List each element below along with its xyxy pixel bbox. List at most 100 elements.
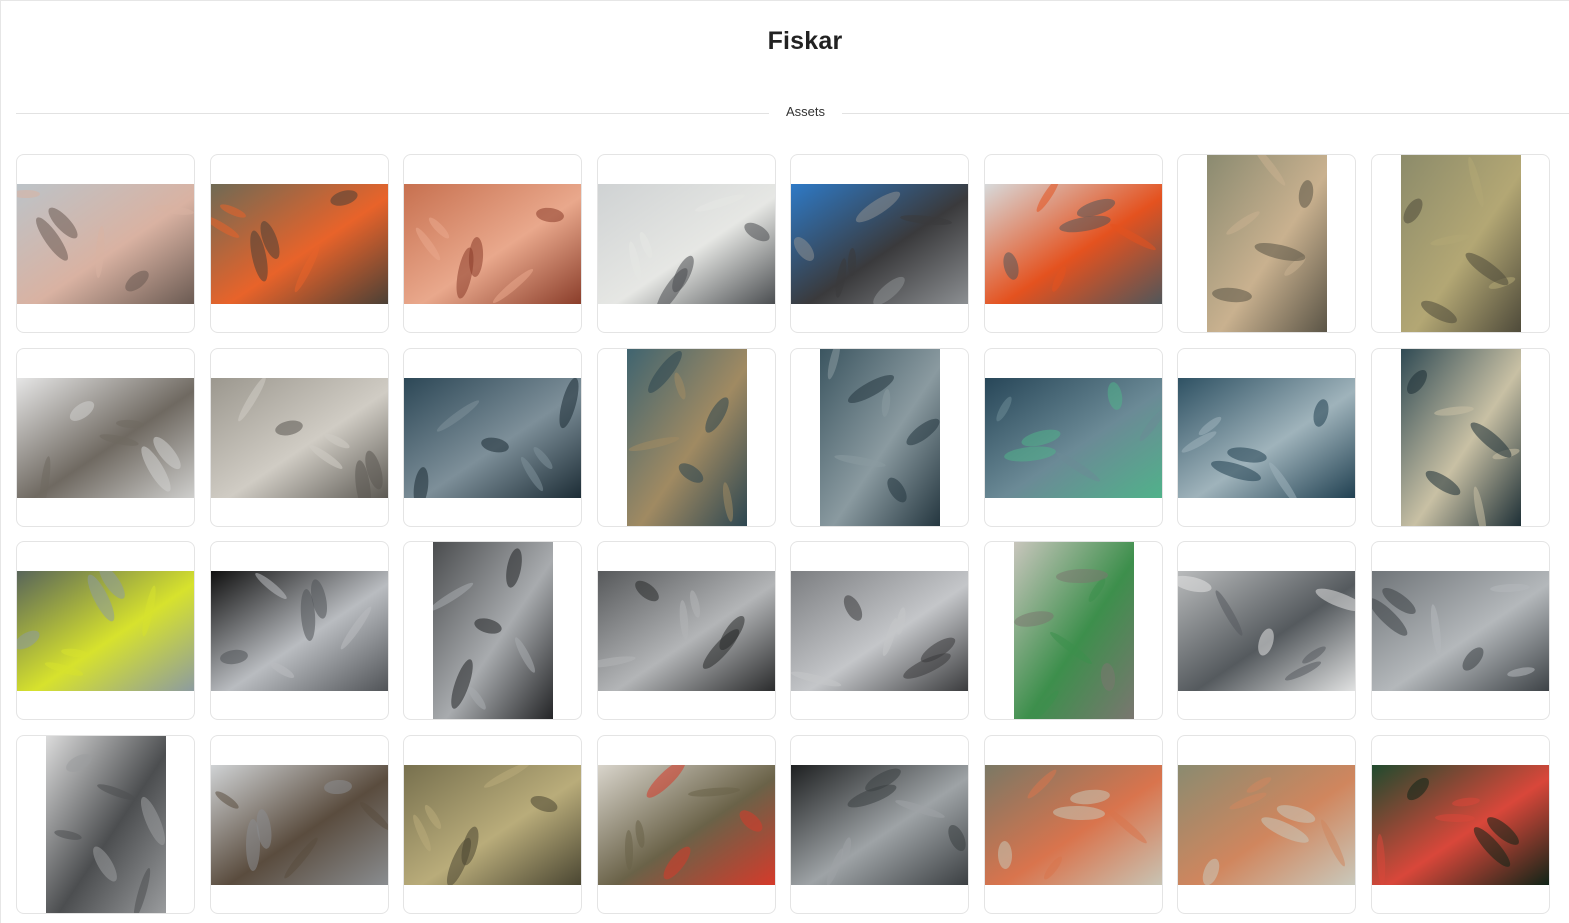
asset-hanging-capelin-portrait	[46, 735, 166, 913]
asset-thumbnail	[210, 184, 388, 304]
asset-card[interactable]	[1177, 734, 1356, 914]
asset-five-fish-in-row	[17, 377, 194, 498]
asset-card[interactable]	[790, 347, 969, 527]
asset-thumbnail	[210, 377, 388, 498]
asset-thumbnail	[210, 571, 388, 691]
asset-card[interactable]	[403, 154, 582, 333]
section-label: Assets	[785, 104, 825, 119]
asset-thumbnail	[404, 764, 581, 885]
asset-card[interactable]	[983, 154, 1163, 333]
asset-sorting-table-fish	[597, 184, 775, 304]
asset-fish-in-net-portrait	[1400, 348, 1521, 526]
asset-cod-on-conveyor	[1207, 155, 1327, 332]
asset-cod-chute	[1400, 155, 1521, 332]
asset-capelin-in-frame	[210, 764, 388, 885]
asset-thumbnail	[404, 377, 581, 498]
asset-mixed-catch	[1178, 764, 1355, 885]
asset-card[interactable]	[983, 734, 1163, 914]
asset-net-hauling-waves	[1178, 377, 1355, 498]
asset-fish-dark-deck	[791, 764, 968, 885]
asset-card[interactable]	[983, 541, 1163, 720]
asset-thumbnail	[791, 571, 968, 691]
asset-card[interactable]	[403, 541, 582, 720]
asset-card[interactable]	[790, 541, 969, 720]
asset-pile-of-redfish	[404, 184, 581, 304]
asset-thumbnail	[210, 764, 388, 885]
asset-card[interactable]	[1370, 347, 1550, 527]
asset-card[interactable]	[1370, 541, 1550, 720]
asset-card[interactable]	[16, 347, 195, 527]
asset-thumbnail	[984, 377, 1162, 498]
asset-fishing-net-on-deck	[210, 184, 388, 304]
asset-card[interactable]	[403, 347, 582, 527]
asset-card[interactable]	[1370, 734, 1550, 914]
asset-fish-in-bin	[210, 377, 388, 498]
divider-line-left	[16, 113, 769, 114]
asset-card[interactable]	[596, 154, 776, 333]
page-title: Fiskar	[767, 27, 843, 55]
asset-thumbnail	[433, 542, 553, 719]
asset-capelin-pile-portrait	[433, 542, 553, 719]
asset-card[interactable]	[1177, 347, 1356, 527]
asset-thumbnail	[626, 348, 747, 526]
asset-thumbnail	[597, 764, 775, 885]
asset-worker-orange-suit	[984, 184, 1162, 304]
asset-thumbnail	[17, 571, 194, 691]
asset-redfish-on-net	[1371, 764, 1549, 885]
asset-card[interactable]	[790, 734, 969, 914]
asset-thumbnail	[404, 184, 581, 304]
asset-cod-and-redfish	[984, 764, 1162, 885]
section-divider: Assets	[16, 103, 1569, 123]
asset-thumbnail	[1178, 764, 1355, 885]
asset-card[interactable]	[16, 541, 195, 720]
asset-thumbnail	[597, 184, 775, 304]
asset-thumbnail	[1371, 571, 1549, 691]
asset-thumbnail	[984, 764, 1162, 885]
asset-fish-on-line-portrait	[820, 348, 940, 526]
asset-card[interactable]	[790, 154, 969, 333]
asset-thumbnail	[1207, 155, 1327, 332]
asset-hand-holding-small-fish	[17, 184, 194, 304]
asset-card[interactable]	[596, 734, 776, 914]
asset-capelin-closeup	[791, 571, 968, 691]
asset-thumbnail	[820, 348, 940, 526]
asset-thumbnail	[1371, 764, 1549, 885]
asset-monkfish-on-table	[597, 764, 775, 885]
asset-thumbnail	[1178, 377, 1355, 498]
asset-thumbnail	[46, 735, 166, 913]
asset-card[interactable]	[16, 734, 195, 914]
asset-card[interactable]	[209, 541, 389, 720]
asset-thumbnail	[984, 184, 1162, 304]
asset-fish-on-wet-deck	[17, 571, 194, 691]
asset-card[interactable]	[209, 734, 389, 914]
asset-capelin-on-belt	[1371, 571, 1549, 691]
asset-card[interactable]	[209, 154, 389, 333]
divider-line-right	[842, 113, 1569, 114]
asset-card[interactable]	[596, 347, 776, 527]
asset-grid	[16, 154, 1550, 914]
asset-thumbnail	[791, 764, 968, 885]
asset-collection-page: Fiskar Assets	[0, 0, 1569, 923]
asset-thumbnail	[1178, 571, 1355, 691]
asset-thumbnail	[17, 184, 194, 304]
asset-card[interactable]	[596, 541, 776, 720]
asset-card[interactable]	[403, 734, 582, 914]
asset-worker-blue-holding-fish	[791, 184, 968, 304]
asset-thumbnail	[597, 571, 775, 691]
asset-sampling-tray-portrait	[1013, 542, 1134, 719]
asset-thumbnail	[1013, 542, 1134, 719]
asset-card[interactable]	[983, 347, 1163, 527]
asset-card[interactable]	[1177, 154, 1356, 333]
asset-fish-on-scale	[1178, 571, 1355, 691]
asset-card[interactable]	[16, 154, 195, 333]
asset-card[interactable]	[1177, 541, 1356, 720]
asset-capelin-black-background	[210, 571, 388, 691]
asset-capelin-pile	[597, 571, 775, 691]
asset-net-hauling-sea	[984, 377, 1162, 498]
asset-thumbnail	[1400, 348, 1521, 526]
asset-cod-in-net-portrait	[626, 348, 747, 526]
asset-card[interactable]	[209, 347, 389, 527]
asset-card[interactable]	[1370, 154, 1550, 333]
asset-thumbnail	[17, 377, 194, 498]
asset-cod-closeup	[404, 764, 581, 885]
